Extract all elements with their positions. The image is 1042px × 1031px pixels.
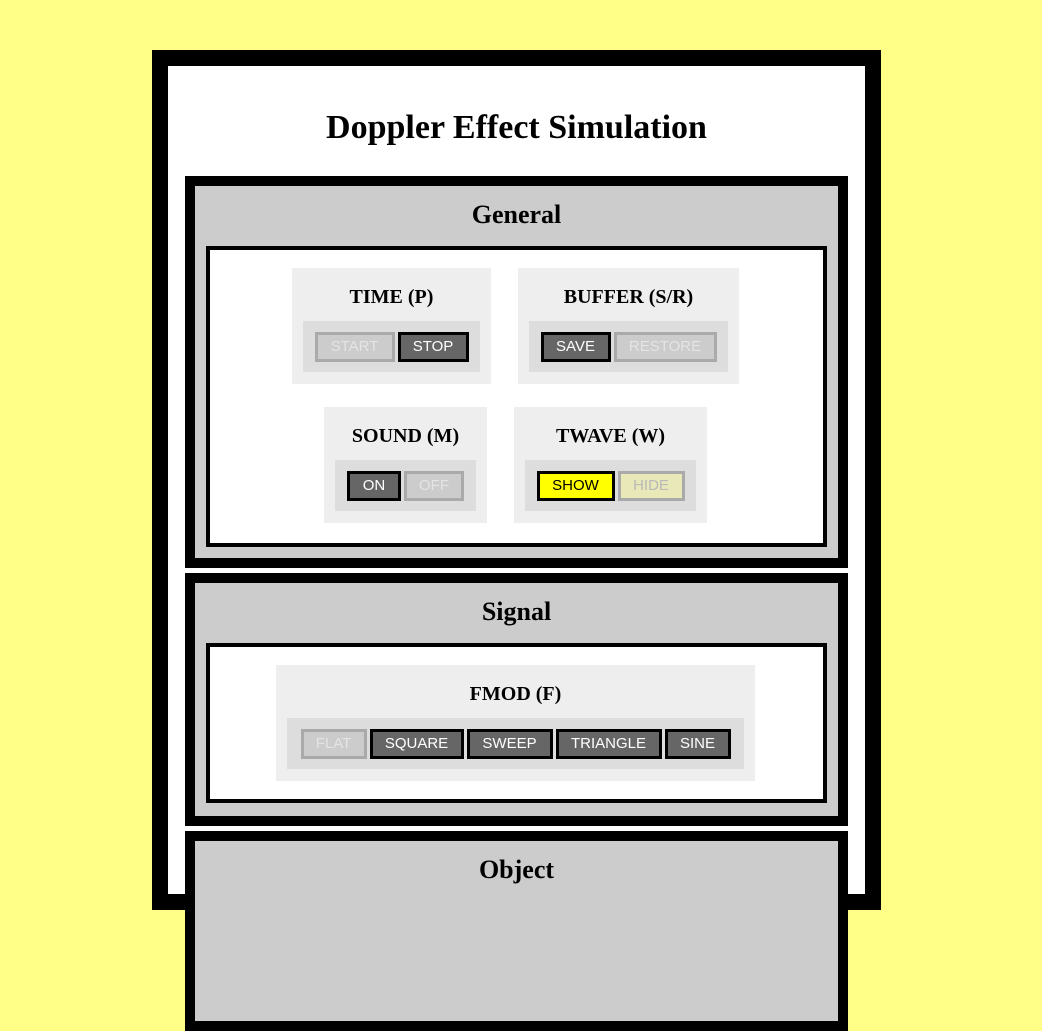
group-title-time: TIME (P): [349, 286, 434, 308]
sound-on-button[interactable]: ON: [347, 470, 401, 501]
sound-off-button[interactable]: OFF: [404, 470, 464, 501]
fmod-sweep-button[interactable]: SWEEP: [466, 728, 553, 759]
group-fmod: FMOD (F) FLAT SQUARE SWEEP TRIANGLE SINE: [276, 665, 755, 781]
buffer-buttons: SAVE RESTORE: [529, 321, 728, 372]
section-title-general: General: [471, 200, 562, 229]
fmod-triangle-button[interactable]: TRIANGLE: [555, 728, 662, 759]
fmod-flat-button[interactable]: FLAT: [300, 728, 367, 759]
group-title-fmod: FMOD (F): [469, 683, 562, 705]
group-twave: TWAVE (W) SHOW HIDE: [514, 407, 707, 523]
fmod-square-button[interactable]: SQUARE: [369, 728, 464, 759]
section-signal: Signal FMOD (F) FLAT SQUARE SWEEP TRIANG…: [185, 573, 848, 826]
twave-hide-button[interactable]: HIDE: [617, 470, 685, 501]
section-general: General TIME (P) START STOP BUFFER (S/R)…: [185, 176, 848, 568]
section-title-signal: Signal: [481, 597, 552, 626]
content-area: Doppler Effect Simulation General TIME (…: [168, 66, 865, 1031]
group-title-buffer: BUFFER (S/R): [563, 286, 694, 308]
group-sound: SOUND (M) ON OFF: [324, 407, 487, 523]
section-object: Object: [185, 831, 848, 1031]
group-title-sound: SOUND (M): [351, 425, 460, 447]
sound-buttons: ON OFF: [335, 460, 476, 511]
twave-buttons: SHOW HIDE: [525, 460, 696, 511]
save-button[interactable]: SAVE: [540, 331, 611, 362]
group-time: TIME (P) START STOP: [292, 268, 491, 384]
main-frame: Doppler Effect Simulation General TIME (…: [152, 50, 881, 1031]
time-buttons: START STOP: [303, 321, 480, 372]
stop-button[interactable]: STOP: [397, 331, 469, 362]
group-title-twave: TWAVE (W): [555, 425, 666, 447]
group-buffer: BUFFER (S/R) SAVE RESTORE: [518, 268, 739, 384]
fmod-buttons: FLAT SQUARE SWEEP TRIANGLE SINE: [287, 718, 744, 769]
section-title-object: Object: [478, 855, 555, 884]
general-panel: TIME (P) START STOP BUFFER (S/R) SAVE RE…: [206, 246, 827, 547]
restore-button[interactable]: RESTORE: [613, 331, 717, 362]
twave-show-button[interactable]: SHOW: [536, 470, 615, 501]
signal-panel: FMOD (F) FLAT SQUARE SWEEP TRIANGLE SINE: [206, 643, 827, 803]
start-button[interactable]: START: [314, 331, 395, 362]
page-title: Doppler Effect Simulation: [326, 109, 707, 146]
fmod-sine-button[interactable]: SINE: [664, 728, 731, 759]
